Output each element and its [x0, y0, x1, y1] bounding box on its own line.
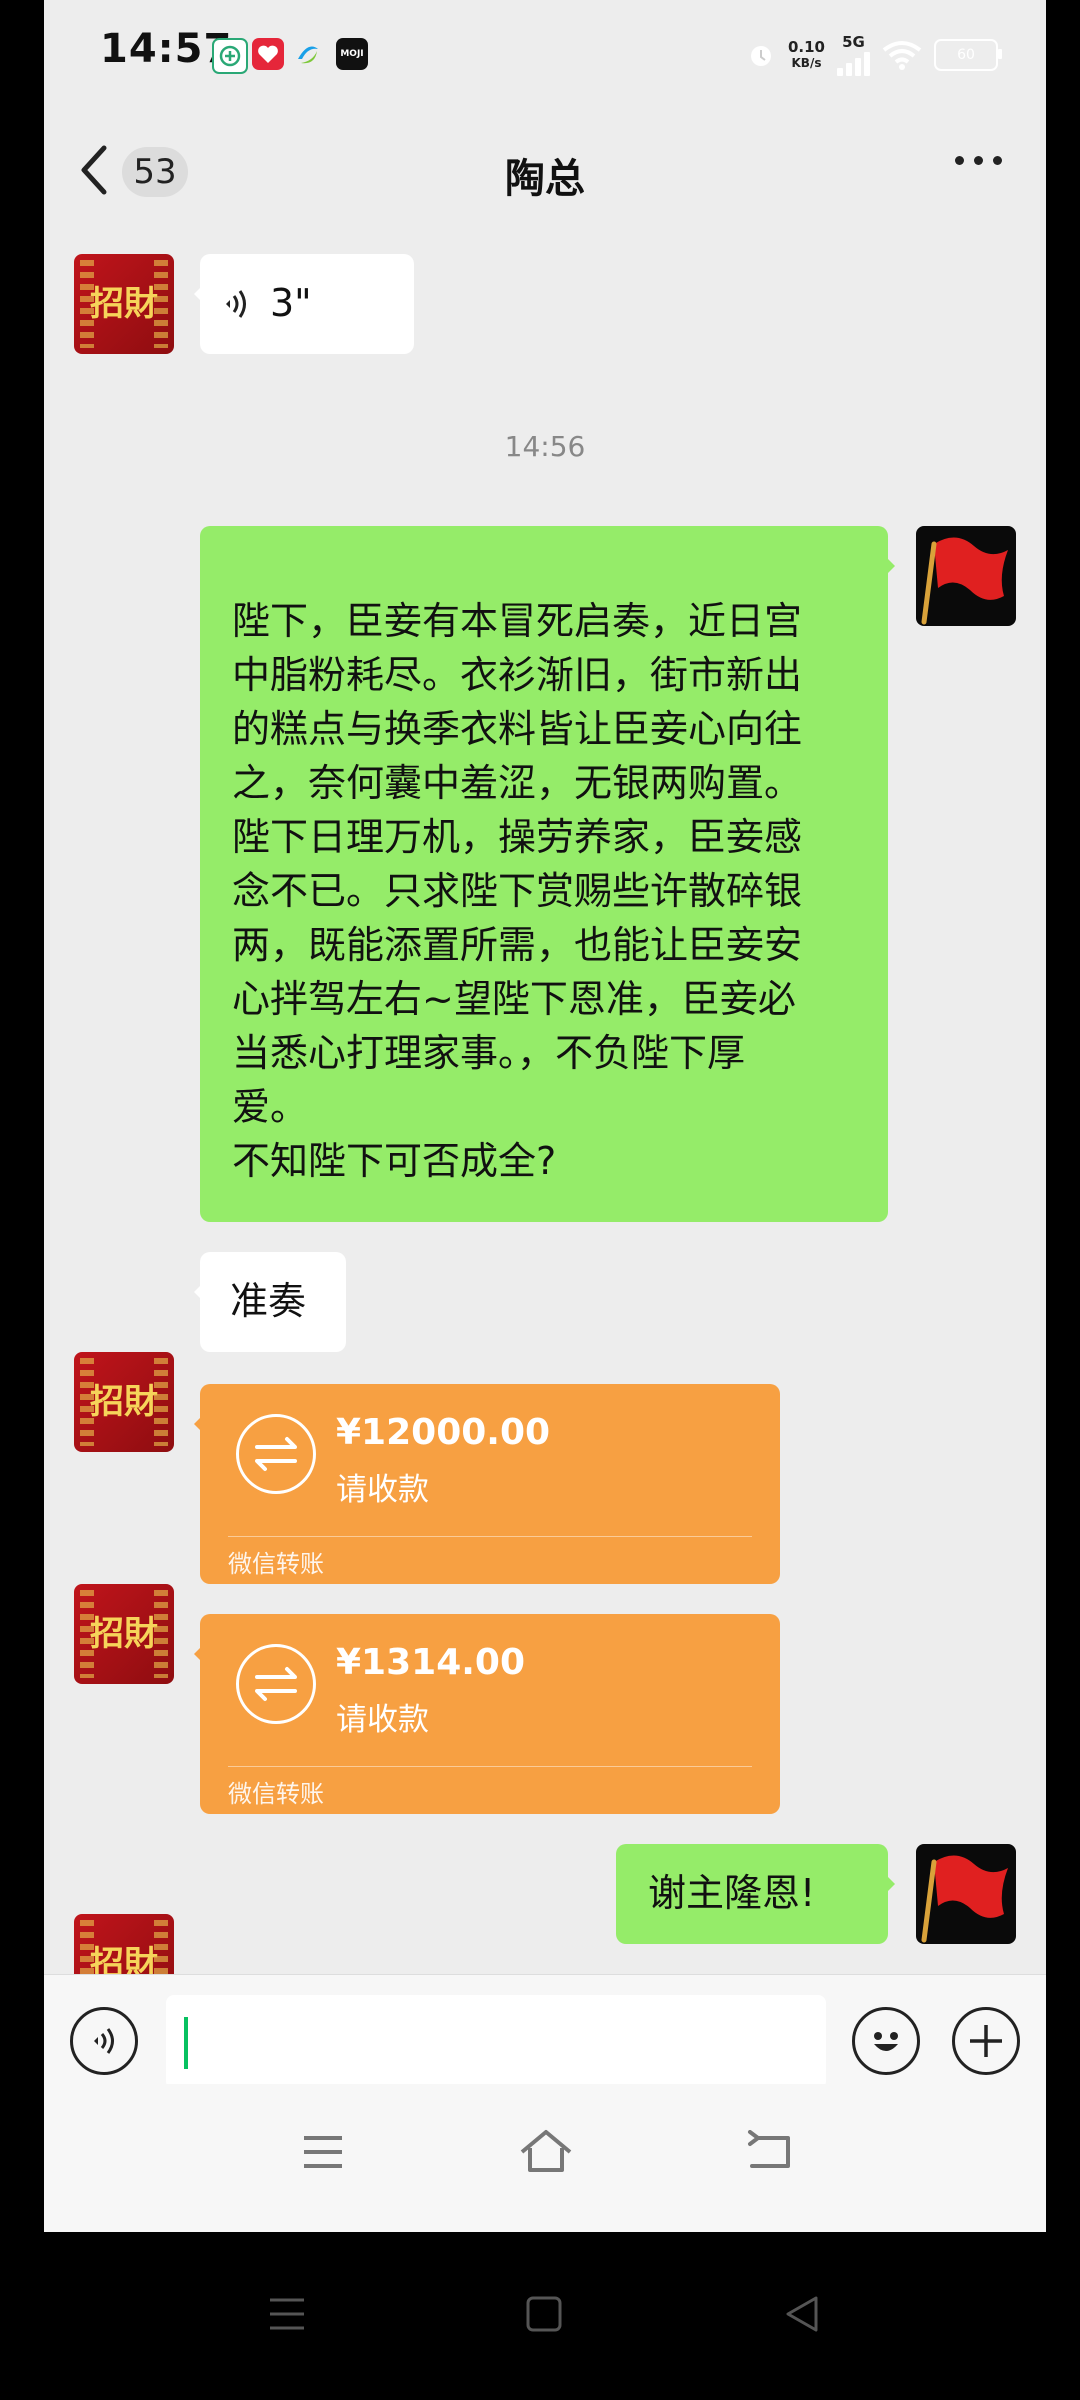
transfer-arrows-icon	[236, 1414, 316, 1494]
more-dots-icon[interactable]	[955, 156, 1002, 165]
red-heart-app-icon	[252, 38, 284, 70]
transfer-amount: ¥1314.00	[336, 1642, 526, 1683]
more-plus-button[interactable]	[952, 2007, 1020, 2075]
transfer-label: 微信转账	[228, 1550, 324, 1578]
voice-message-bubble[interactable]: 3"	[194, 254, 414, 354]
network-type: 5G	[842, 33, 865, 51]
status-indicators: 0.10 KB/s 5G 60	[746, 34, 1002, 76]
input-bar	[44, 1974, 1046, 2089]
back-nav-icon[interactable]	[744, 2130, 794, 2174]
contact-avatar[interactable]: 招財	[74, 1584, 174, 1684]
message-line: 当悉心打理家事。，不负陛下厚	[232, 1031, 746, 1075]
message-text: 准奏	[230, 1279, 307, 1323]
voice-input-button[interactable]	[70, 2007, 138, 2075]
transfer-card[interactable]: ¥12000.00 请收款 微信转账	[194, 1384, 780, 1584]
hospital-app-icon	[212, 38, 248, 74]
chat-title: 陶总	[505, 156, 585, 202]
battery-level: 60	[957, 47, 975, 63]
voice-wave-icon	[226, 290, 246, 318]
menu-icon[interactable]	[300, 2132, 346, 2172]
signal-5g: 5G	[837, 34, 870, 76]
plus-icon	[970, 2025, 1002, 2057]
message-line: 念不已。只求陛下赏赐些许散碎银	[232, 869, 803, 913]
message-line: 不知陛下可否成全?	[232, 1139, 557, 1183]
sent-message-bubble[interactable]: 谢主隆恩!	[616, 1844, 895, 1944]
voice-duration: 3"	[270, 281, 312, 325]
cell-signal-icon	[837, 50, 870, 76]
self-avatar[interactable]	[916, 1844, 1016, 1944]
system-nav-bar	[44, 2084, 1046, 2232]
device-home-icon[interactable]	[524, 2294, 564, 2334]
received-message-bubble[interactable]: 准奏	[194, 1252, 346, 1352]
message-line: 爱。	[232, 1085, 309, 1129]
chat-screen: 14:57 MOJI 0.10 KB/s 5G 60 53 陶总 招財 3" 1…	[44, 0, 1046, 2232]
red-flag-icon	[921, 537, 1008, 625]
transfer-amount: ¥12000.00	[336, 1412, 551, 1453]
transfer-label: 微信转账	[228, 1780, 324, 1808]
alarm-icon	[750, 46, 771, 66]
message-text: 谢主隆恩!	[648, 1871, 816, 1915]
voice-input-icon	[94, 2028, 114, 2054]
self-avatar[interactable]	[916, 526, 1016, 626]
red-flag-icon	[921, 1855, 1008, 1943]
emoji-button[interactable]	[852, 2007, 920, 2075]
avatar-text: 招財	[90, 1382, 158, 1422]
message-input[interactable]	[166, 1995, 826, 2089]
message-line: 心拌驾左右~望陛下恩准，臣妾必	[232, 977, 796, 1021]
device-nav-bar	[0, 2232, 1080, 2400]
message-text: 陛下，臣妾有本冒死启奏，近日宫 中脂粉耗尽。衣衫渐旧，街市新出 的糕点与换季衣料…	[232, 594, 858, 1188]
network-speed: 0.10 KB/s	[788, 39, 825, 71]
wifi-icon	[882, 41, 922, 70]
message-line: 之，奈何囊中羞涩，无银两购置。	[232, 761, 803, 805]
message-line: 两，既能添置所需，也能让臣妾安	[232, 923, 803, 967]
moji-label: MOJI	[340, 49, 364, 59]
transfer-arrows-icon	[236, 1644, 316, 1724]
sent-message-bubble[interactable]: 陛下，臣妾有本冒死启奏，近日宫 中脂粉耗尽。衣衫渐旧，街市新出 的糕点与换季衣料…	[200, 526, 895, 1222]
china-mobile-app-icon	[292, 38, 324, 70]
avatar-text: 招財	[90, 1614, 158, 1654]
message-line: 陛下日理万机，操劳养家，臣妾感	[232, 815, 803, 859]
moji-weather-app-icon: MOJI	[336, 38, 368, 70]
message-line: 陛下，臣妾有本冒死启奏，近日宫	[232, 599, 803, 643]
network-speed-value: 0.10	[787, 38, 825, 56]
device-menu-icon[interactable]	[266, 2294, 308, 2334]
transfer-divider	[228, 1766, 752, 1767]
avatar-text: 招財	[90, 284, 158, 324]
message-timestamp: 14:56	[504, 430, 586, 463]
transfer-card[interactable]: ¥1314.00 请收款 微信转账	[194, 1614, 780, 1814]
transfer-status: 请收款	[336, 1702, 429, 1738]
contact-avatar[interactable]: 招財	[74, 254, 174, 354]
battery-icon: 60	[934, 39, 1002, 71]
message-line: 的糕点与换季衣料皆让臣妾心向往	[232, 707, 803, 751]
contact-avatar[interactable]: 招財	[74, 1352, 174, 1452]
message-line: 中脂粉耗尽。衣衫渐旧，街市新出	[232, 653, 803, 697]
device-back-icon[interactable]	[782, 2294, 822, 2334]
transfer-divider	[228, 1536, 752, 1537]
emoji-icon	[874, 2032, 898, 2051]
home-icon[interactable]	[518, 2126, 574, 2176]
text-caret	[184, 2017, 188, 2069]
network-speed-unit: KB/s	[791, 56, 822, 70]
transfer-status: 请收款	[336, 1472, 429, 1508]
